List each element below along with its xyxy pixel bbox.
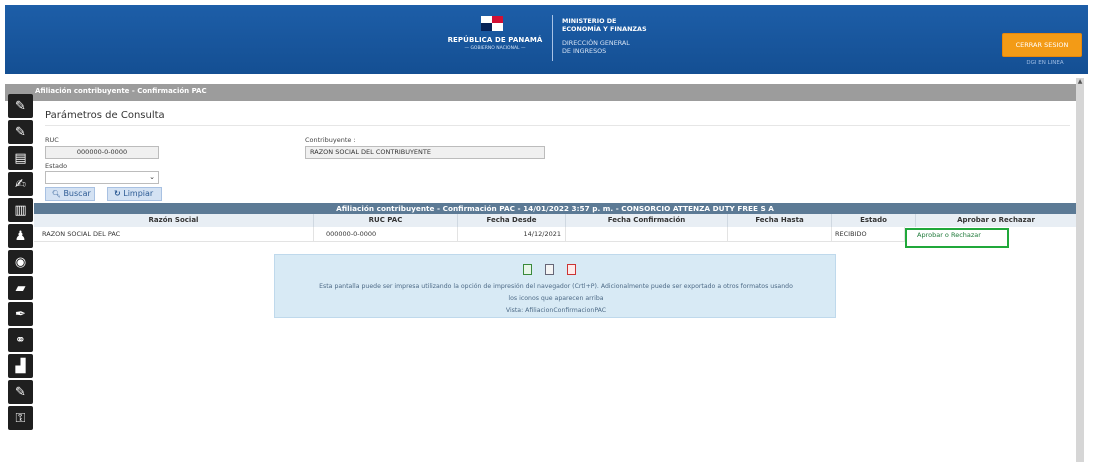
- panama-flag-icon: [481, 16, 503, 31]
- sidebar: ✎ ✎ ▤ ✍ ▥ ♟ ◉ ▰ ✒ ⚭ ▟ ✎ ⚿: [5, 92, 35, 432]
- export-icons: [523, 264, 583, 276]
- estado-label: Estado: [45, 162, 68, 170]
- search-icon: 🔍︎: [52, 190, 61, 198]
- building-icon[interactable]: ▥: [8, 198, 33, 222]
- chevron-down-icon: ⌄: [149, 173, 155, 181]
- handshake-icon[interactable]: ⚭: [8, 328, 33, 352]
- header-divider: [552, 15, 553, 61]
- col-header-fecha-confirmacion: Fecha Confirmación: [566, 214, 728, 227]
- document-edit-icon[interactable]: ✎: [8, 380, 33, 404]
- folder-icon[interactable]: ▰: [8, 276, 33, 300]
- col-header-fecha-hasta: Fecha Hasta: [728, 214, 832, 227]
- cell-fecha-hasta: [728, 227, 832, 242]
- table-caption: Afiliación contribuyente - Confirmación …: [34, 203, 1076, 214]
- col-header-aprobar: Aprobar o Rechazar: [916, 214, 1076, 227]
- edit-icon[interactable]: ✎: [8, 120, 33, 144]
- cell-fecha-desde: 14/12/2021: [458, 227, 566, 242]
- id-card-icon[interactable]: ▤: [8, 146, 33, 170]
- cell-razon-social: RAZON SOCIAL DEL PAC: [34, 227, 314, 242]
- info-panel: Esta pantalla puede ser impresa utilizan…: [274, 254, 836, 318]
- clear-button-label: Limpiar: [123, 189, 154, 198]
- csv-icon[interactable]: [545, 264, 554, 275]
- edit-icon[interactable]: ✎: [8, 94, 33, 118]
- user-chart-icon[interactable]: ▟: [8, 354, 33, 378]
- money-bag-icon[interactable]: ◉: [8, 250, 33, 274]
- approve-reject-link[interactable]: Aprobar o Rechazar: [917, 231, 981, 239]
- vertical-scrollbar[interactable]: [1076, 78, 1084, 462]
- cell-fecha-confirmacion: [566, 227, 728, 242]
- lock-icon[interactable]: ⚿: [8, 406, 33, 430]
- ministry-title: MINISTERIO DE ECONOMÍA Y FINANZAS: [562, 17, 647, 33]
- republic-title: REPÚBLICA DE PANAMÁ: [447, 36, 543, 44]
- search-button[interactable]: 🔍︎ Buscar: [45, 187, 95, 201]
- cell-ruc-pac: 000000-0-0000: [314, 227, 458, 242]
- estado-select[interactable]: ⌄: [45, 171, 159, 184]
- ruc-label: RUC: [45, 136, 59, 144]
- section-title: Parámetros de Consulta: [45, 110, 165, 121]
- col-header-ruc-pac: RUC PAC: [314, 214, 458, 227]
- section-divider: [45, 125, 1070, 126]
- info-text: Esta pantalla puede ser impresa utilizan…: [319, 283, 793, 314]
- header-banner: REPÚBLICA DE PANAMÁ — GOBIERNO NACIONAL …: [5, 5, 1088, 74]
- page: REPÚBLICA DE PANAMÁ — GOBIERNO NACIONAL …: [0, 0, 1100, 462]
- document-edit-icon[interactable]: ✍: [8, 172, 33, 196]
- page-title-bar: Afiliación contribuyente - Confirmación …: [5, 84, 1076, 101]
- col-header-razon-social: Razón Social: [34, 214, 314, 227]
- excel-icon[interactable]: [523, 264, 532, 275]
- ruc-field[interactable]: 000000-0-0000: [45, 146, 159, 159]
- ministry-subtitle: DIRECCIÓN GENERAL DE INGRESOS: [562, 39, 630, 55]
- refresh-icon: ↻: [114, 189, 121, 198]
- contribuyente-label: Contribuyente :: [305, 136, 356, 144]
- cell-estado: RECIBIDO: [832, 227, 905, 242]
- pdf-icon[interactable]: [567, 264, 576, 275]
- dgi-online-link[interactable]: DGI EN LINEA: [1015, 60, 1075, 66]
- col-header-estado: Estado: [832, 214, 916, 227]
- clear-button[interactable]: ↻ Limpiar: [107, 187, 162, 201]
- col-header-fecha-desde: Fecha Desde: [458, 214, 566, 227]
- contribuyente-field[interactable]: RAZON SOCIAL DEL CONTRIBUYENTE: [305, 146, 545, 159]
- user-icon[interactable]: ♟: [8, 224, 33, 248]
- page-breadcrumb: Afiliación contribuyente - Confirmación …: [35, 87, 207, 95]
- logout-button[interactable]: CERRAR SESION: [1002, 33, 1082, 57]
- signature-icon[interactable]: ✒: [8, 302, 33, 326]
- republic-subtitle: — GOBIERNO NACIONAL —: [464, 46, 526, 51]
- search-button-label: Buscar: [63, 189, 91, 198]
- scroll-up-arrow-icon[interactable]: ▲: [1076, 78, 1084, 86]
